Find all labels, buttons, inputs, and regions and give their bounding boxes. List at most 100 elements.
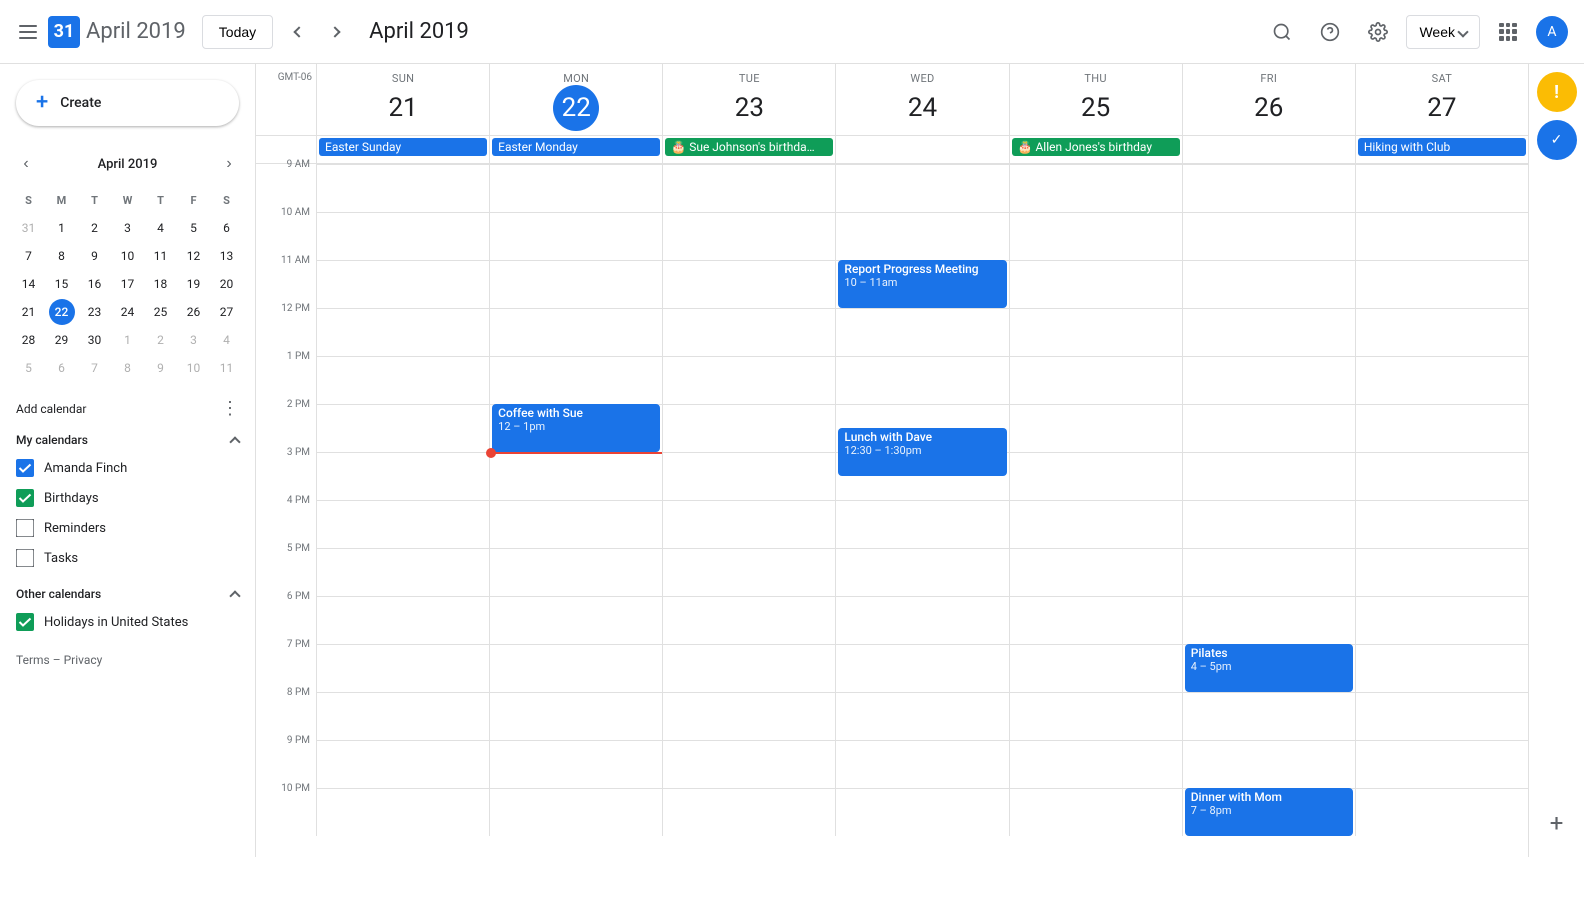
event-dinner[interactable]: Dinner with Mom7 – 8pm [1185, 788, 1353, 836]
mini-day[interactable]: 3 [115, 215, 141, 241]
day-header-6[interactable]: SAT27 [1355, 64, 1528, 135]
day-header-4[interactable]: THU25 [1009, 64, 1182, 135]
mini-day[interactable]: 26 [181, 299, 207, 325]
mini-day[interactable]: 17 [115, 271, 141, 297]
mini-day[interactable]: 6 [214, 215, 240, 241]
settings-button[interactable] [1358, 12, 1398, 52]
user-avatar[interactable]: A [1536, 16, 1568, 48]
add-event-area[interactable]: + [1550, 809, 1564, 849]
other-calendars-header[interactable]: Other calendars [0, 581, 255, 607]
mini-day[interactable]: 2 [148, 327, 174, 353]
calendar-checkbox-birthdays[interactable] [16, 489, 34, 507]
day-column-6[interactable] [1355, 164, 1528, 836]
next-week-button[interactable] [317, 14, 353, 50]
event-coffee[interactable]: Coffee with Sue12 – 1pm [492, 404, 660, 452]
mini-day[interactable]: 5 [181, 215, 207, 241]
mini-day[interactable]: 9 [148, 355, 174, 381]
mini-prev-month[interactable]: ‹ [12, 150, 40, 178]
day-number[interactable]: 22 [553, 85, 599, 131]
day-header-0[interactable]: SUN21 [316, 64, 489, 135]
day-number[interactable]: 25 [1073, 85, 1119, 131]
terms-link[interactable]: Terms [16, 653, 50, 667]
calendar-item-tasks[interactable]: Tasks [0, 543, 255, 573]
mini-day[interactable]: 9 [82, 243, 108, 269]
mini-day[interactable]: 20 [214, 271, 240, 297]
calendar-item-birthdays[interactable]: Birthdays [0, 483, 255, 513]
day-column-4[interactable] [1009, 164, 1182, 836]
privacy-link[interactable]: Privacy [64, 653, 103, 667]
mini-day[interactable]: 2 [82, 215, 108, 241]
day-header-3[interactable]: WED24 [835, 64, 1008, 135]
right-panel-icon-2[interactable]: ✓ [1537, 120, 1577, 160]
calendar-checkbox-reminders[interactable] [16, 519, 34, 537]
event-report[interactable]: Report Progress Meeting10 – 11am [838, 260, 1006, 308]
mini-day[interactable]: 8 [115, 355, 141, 381]
calendar-item-amanda[interactable]: Amanda Finch [0, 453, 255, 483]
my-calendars-header[interactable]: My calendars [0, 427, 255, 453]
search-button[interactable] [1262, 12, 1302, 52]
all-day-event[interactable]: 🎂 Sue Johnson's birthda… [665, 138, 833, 156]
mini-day[interactable]: 24 [115, 299, 141, 325]
all-day-event[interactable]: Easter Monday [492, 138, 660, 156]
day-number[interactable]: 23 [726, 85, 772, 131]
calendar-item-holidays[interactable]: Holidays in United States [0, 607, 255, 637]
view-selector[interactable]: Week [1406, 15, 1480, 49]
day-header-2[interactable]: TUE23 [662, 64, 835, 135]
mini-day[interactable]: 23 [82, 299, 108, 325]
mini-day[interactable]: 15 [49, 271, 75, 297]
all-day-event[interactable]: 🎂 Allen Jones's birthday [1012, 138, 1180, 156]
mini-day[interactable]: 22 [49, 299, 75, 325]
mini-day[interactable]: 25 [148, 299, 174, 325]
add-calendar-row[interactable]: Add calendar ⋮ [0, 390, 255, 427]
mini-day[interactable]: 6 [49, 355, 75, 381]
mini-day[interactable]: 16 [82, 271, 108, 297]
mini-day[interactable]: 19 [181, 271, 207, 297]
help-button[interactable] [1310, 12, 1350, 52]
mini-day[interactable]: 14 [16, 271, 42, 297]
calendar-item-reminders[interactable]: Reminders [0, 513, 255, 543]
mini-day[interactable]: 10 [181, 355, 207, 381]
add-event-plus-icon[interactable]: + [1550, 809, 1564, 837]
mini-day[interactable]: 18 [148, 271, 174, 297]
create-button[interactable]: + Create [16, 80, 239, 126]
prev-week-button[interactable] [281, 14, 317, 50]
today-button[interactable]: Today [202, 15, 273, 49]
mini-day[interactable]: 8 [49, 243, 75, 269]
hamburger-menu[interactable] [16, 20, 40, 44]
day-header-1[interactable]: MON22 [489, 64, 662, 135]
all-day-event[interactable]: Easter Sunday [319, 138, 487, 156]
day-column-2[interactable] [662, 164, 835, 836]
mini-day[interactable]: 7 [82, 355, 108, 381]
event-pilates[interactable]: Pilates4 – 5pm [1185, 644, 1353, 692]
day-column-5[interactable]: Pilates4 – 5pm Dinner with Mom7 – 8pm [1182, 164, 1355, 836]
mini-day[interactable]: 12 [181, 243, 207, 269]
mini-day[interactable]: 4 [148, 215, 174, 241]
mini-next-month[interactable]: › [215, 150, 243, 178]
mini-day[interactable]: 1 [115, 327, 141, 353]
mini-day[interactable]: 30 [82, 327, 108, 353]
day-column-0[interactable] [316, 164, 489, 836]
day-number[interactable]: 21 [380, 85, 426, 131]
day-header-5[interactable]: FRI26 [1182, 64, 1355, 135]
calendar-checkbox-amanda[interactable] [16, 459, 34, 477]
mini-day[interactable]: 5 [16, 355, 42, 381]
day-number[interactable]: 24 [899, 85, 945, 131]
mini-day[interactable]: 11 [148, 243, 174, 269]
mini-day[interactable]: 27 [214, 299, 240, 325]
calendar-checkbox-holidays[interactable] [16, 613, 34, 631]
calendar-checkbox-tasks[interactable] [16, 549, 34, 567]
mini-day[interactable]: 29 [49, 327, 75, 353]
mini-day[interactable]: 10 [115, 243, 141, 269]
day-number[interactable]: 27 [1419, 85, 1465, 131]
mini-day[interactable]: 7 [16, 243, 42, 269]
day-column-1[interactable]: Coffee with Sue12 – 1pm [489, 164, 662, 836]
mini-day[interactable]: 4 [214, 327, 240, 353]
all-day-event[interactable]: Hiking with Club [1358, 138, 1526, 156]
mini-day[interactable]: 31 [16, 215, 42, 241]
event-lunch[interactable]: Lunch with Dave12:30 – 1:30pm [838, 428, 1006, 476]
mini-day[interactable]: 21 [16, 299, 42, 325]
mini-day[interactable]: 3 [181, 327, 207, 353]
apps-button[interactable] [1488, 12, 1528, 52]
day-column-3[interactable]: Report Progress Meeting10 – 11am Lunch wi… [835, 164, 1008, 836]
mini-day[interactable]: 13 [214, 243, 240, 269]
